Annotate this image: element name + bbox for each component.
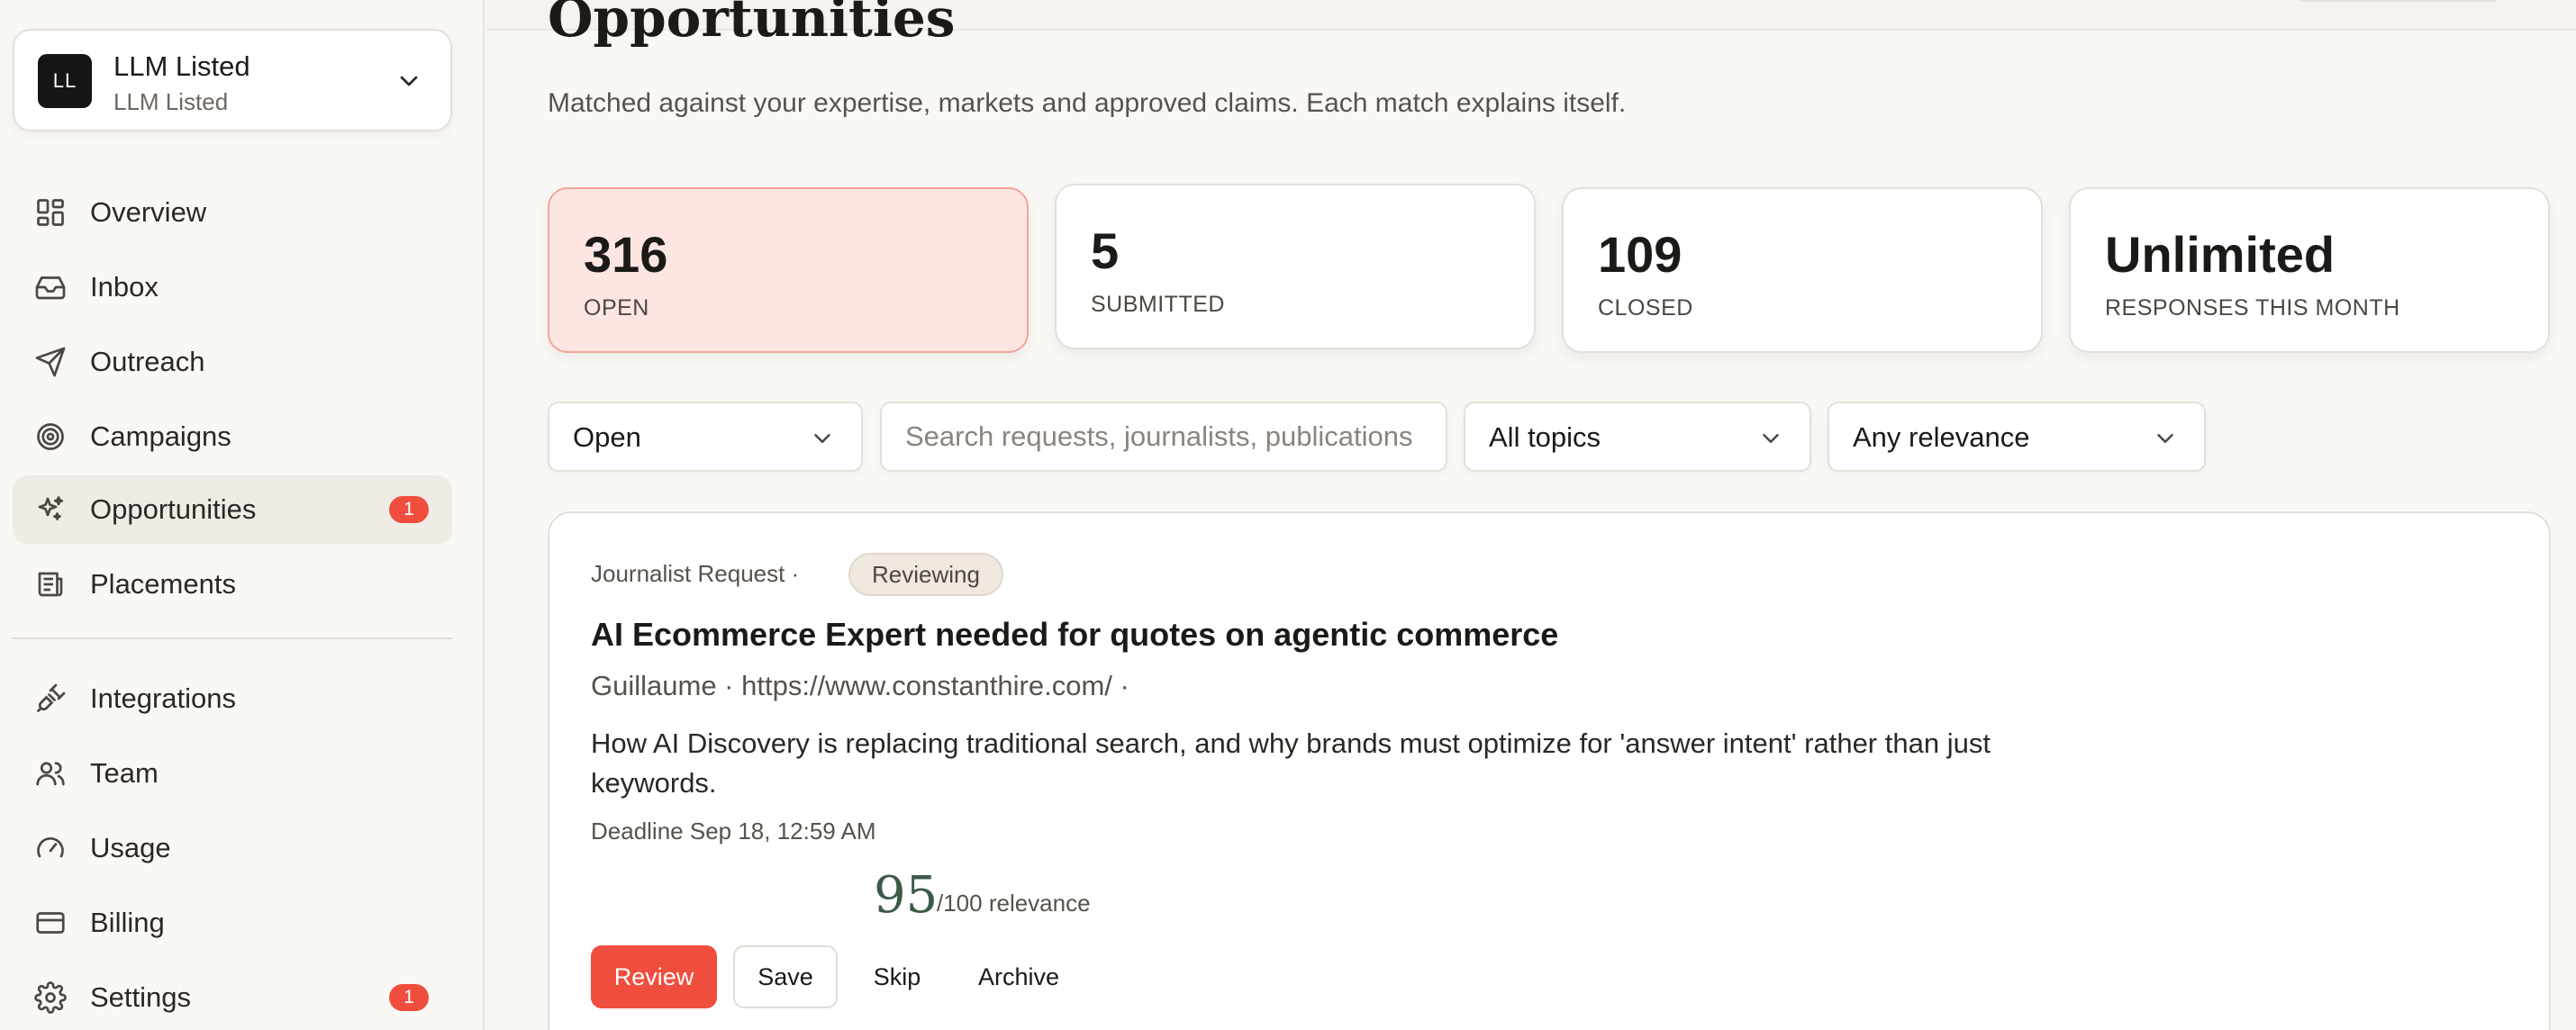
sidebar-item-team[interactable]: Team bbox=[13, 739, 452, 808]
sidebar-item-label: Outreach bbox=[90, 346, 205, 377]
stat-value: 316 bbox=[584, 226, 668, 283]
status-filter[interactable]: Open bbox=[548, 402, 863, 472]
request-title[interactable]: AI Ecommerce Expert needed for quotes on… bbox=[591, 616, 1558, 654]
stat-card-open[interactable]: 316 OPEN bbox=[548, 187, 1029, 353]
search-input[interactable] bbox=[905, 403, 1428, 470]
search-field[interactable] bbox=[880, 402, 1447, 472]
chevron-down-icon bbox=[2157, 434, 2173, 443]
notification-badge: 1 bbox=[389, 496, 429, 523]
org-subtitle: LLM Listed bbox=[113, 88, 229, 115]
sidebar-item-opportunities[interactable]: Opportunities 1 bbox=[13, 475, 452, 544]
target-icon bbox=[37, 423, 64, 450]
sidebar-item-label: Opportunities bbox=[90, 493, 257, 525]
sidebar-item-label: Campaigns bbox=[90, 420, 231, 452]
grid-icon bbox=[37, 199, 64, 226]
request-meta: Guillaume · https://www.constanthire.com… bbox=[591, 670, 1129, 701]
sidebar-item-integrations[interactable]: Integrations bbox=[13, 664, 452, 733]
topics-filter[interactable]: All topics bbox=[1464, 402, 1811, 472]
stat-card-submitted[interactable]: 5 SUBMITTED bbox=[1055, 184, 1536, 349]
chevron-down-icon bbox=[400, 76, 418, 86]
sparkles-icon bbox=[38, 496, 64, 520]
inbox-icon bbox=[35, 276, 66, 300]
stat-label: CLOSED bbox=[1598, 295, 1693, 321]
relevance-filter-value: Any relevance bbox=[1853, 421, 2030, 453]
sidebar-divider bbox=[13, 637, 452, 639]
sidebar-item-label: Integrations bbox=[90, 682, 236, 714]
page-title: Opportunities bbox=[548, 0, 956, 49]
sidebar-item-label: Placements bbox=[90, 568, 236, 600]
sidebar-item-label: Billing bbox=[90, 907, 165, 938]
relevance-suffix: /100 relevance bbox=[937, 890, 1091, 917]
send-icon bbox=[35, 347, 66, 377]
sidebar-item-overview[interactable]: Overview bbox=[13, 178, 452, 247]
status-filter-value: Open bbox=[573, 421, 641, 453]
notification-badge: 1 bbox=[389, 984, 429, 1011]
sidebar-item-outreach[interactable]: Outreach bbox=[13, 328, 452, 396]
sidebar-item-label: Usage bbox=[90, 832, 171, 863]
newspaper-icon bbox=[38, 572, 63, 597]
credit-card-icon bbox=[36, 912, 65, 934]
chevron-down-icon bbox=[814, 434, 830, 443]
relevance-filter[interactable]: Any relevance bbox=[1828, 402, 2206, 472]
stat-card-closed[interactable]: 109 CLOSED bbox=[1562, 187, 2043, 353]
sidebar-item-inbox[interactable]: Inbox bbox=[13, 253, 452, 321]
request-deadline: Deadline Sep 18, 12:59 AM bbox=[591, 818, 876, 845]
save-button[interactable]: Save bbox=[733, 945, 838, 1008]
gear-icon bbox=[34, 981, 67, 1014]
stat-value: 109 bbox=[1598, 226, 1683, 283]
topbar-button[interactable] bbox=[2295, 0, 2502, 2]
sidebar-item-billing[interactable]: Billing bbox=[13, 889, 452, 957]
topics-filter-value: All topics bbox=[1489, 421, 1601, 453]
page-subtitle: Matched against your expertise, markets … bbox=[548, 88, 1627, 118]
sidebar-item-label: Overview bbox=[90, 196, 207, 228]
status-badge: Reviewing bbox=[848, 553, 1003, 596]
sidebar-item-campaigns[interactable]: Campaigns bbox=[13, 402, 452, 471]
opportunity-card[interactable]: Journalist Request · Reviewing AI Ecomme… bbox=[548, 511, 2551, 1030]
org-switcher[interactable]: LL LLM Listed LLM Listed bbox=[13, 29, 452, 131]
archive-button[interactable]: Archive bbox=[960, 945, 1077, 1008]
plug-icon bbox=[37, 683, 66, 712]
sidebar-item-label: Inbox bbox=[90, 271, 159, 303]
stat-card-responses[interactable]: Unlimited RESPONSES THIS MONTH bbox=[2069, 187, 2550, 353]
request-type: Journalist Request · bbox=[591, 560, 800, 587]
stat-label: SUBMITTED bbox=[1091, 292, 1225, 317]
stat-value: Unlimited bbox=[2105, 226, 2336, 283]
sidebar: LL LLM Listed LLM Listed Overview Inbox … bbox=[0, 0, 485, 1030]
relevance-score: 95 bbox=[874, 866, 939, 925]
gauge-icon bbox=[37, 837, 64, 858]
users-icon bbox=[36, 762, 65, 786]
stat-label: OPEN bbox=[584, 295, 649, 321]
stat-label: RESPONSES THIS MONTH bbox=[2105, 295, 2400, 321]
sidebar-item-settings[interactable]: Settings 1 bbox=[13, 963, 452, 1030]
request-description: How AI Discovery is replacing traditiona… bbox=[591, 727, 1991, 799]
sidebar-item-usage[interactable]: Usage bbox=[13, 814, 452, 882]
skip-button[interactable]: Skip bbox=[852, 945, 942, 1008]
org-avatar: LL bbox=[38, 54, 92, 108]
sidebar-item-placements[interactable]: Placements bbox=[13, 550, 452, 619]
sidebar-item-label: Team bbox=[90, 757, 159, 789]
stat-value: 5 bbox=[1091, 222, 1120, 279]
org-name: LLM Listed bbox=[113, 50, 250, 82]
sidebar-item-label: Settings bbox=[90, 981, 192, 1013]
review-button[interactable]: Review bbox=[591, 945, 717, 1008]
chevron-down-icon bbox=[1763, 434, 1779, 443]
